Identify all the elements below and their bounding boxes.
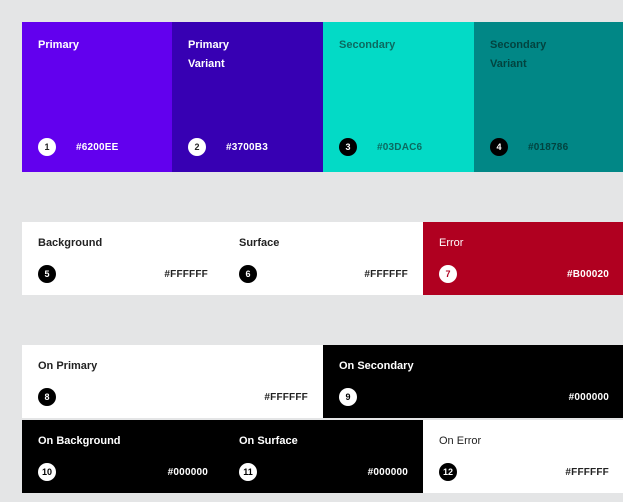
swatch-name: Secondary — [339, 39, 396, 51]
number-badge: 8 — [38, 388, 56, 406]
swatch-name: On Error — [439, 435, 482, 447]
primary-colors-row: Primary 1 #6200EE Primary Variant 2 #370… — [22, 22, 623, 172]
hex-value: #B00020 — [567, 269, 609, 280]
hex-value: #018786 — [528, 142, 569, 153]
swatch-primary: Primary 1 #6200EE — [22, 22, 172, 172]
number-badge: 7 — [439, 265, 457, 283]
hex-value: #6200EE — [76, 142, 119, 153]
swatch-secondary-variant: Secondary Variant 4 #018786 — [474, 22, 623, 172]
hex-value: #FFFFFF — [164, 269, 208, 280]
hex-value: #FFFFFF — [264, 392, 308, 403]
swatch-name: Surface — [239, 237, 280, 249]
swatch-on-surface: On Surface 11 #000000 — [223, 420, 423, 493]
swatch-name: On Surface — [239, 435, 298, 447]
number-badge: 12 — [439, 463, 457, 481]
number-badge: 6 — [239, 265, 257, 283]
hex-value: #FFFFFF — [364, 269, 408, 280]
swatch-error: Error 7 #B00020 — [423, 222, 623, 295]
swatch-surface: Surface 6 #FFFFFF — [223, 222, 423, 295]
swatch-name: On Secondary — [339, 360, 414, 372]
number-badge: 11 — [239, 463, 257, 481]
swatch-name: Primary — [38, 39, 79, 51]
swatch-name: Background — [38, 237, 103, 249]
swatch-secondary: Secondary 3 #03DAC6 — [323, 22, 474, 172]
swatch-name: On Primary — [38, 360, 98, 372]
swatch-on-error: On Error 12 #FFFFFF — [423, 420, 623, 493]
swatch-on-secondary: On Secondary 9 #000000 — [323, 345, 623, 418]
number-badge: 1 — [38, 138, 56, 156]
on-colors-row-1: On Primary 8 #FFFFFF On Secondary 9 #000… — [22, 345, 623, 418]
swatch-name: On Background — [38, 435, 121, 447]
hex-value: #000000 — [568, 392, 609, 403]
swatch-on-primary: On Primary 8 #FFFFFF — [22, 345, 323, 418]
hex-value: #03DAC6 — [377, 142, 423, 153]
swatch-name: Primary Variant — [188, 39, 229, 70]
number-badge: 10 — [38, 463, 56, 481]
number-badge: 2 — [188, 138, 206, 156]
on-colors-row-2: On Background 10 #000000 On Surface 11 #… — [22, 420, 623, 493]
swatch-name: Error — [439, 237, 464, 249]
number-badge: 3 — [339, 138, 357, 156]
hex-value: #000000 — [367, 467, 408, 478]
number-badge: 9 — [339, 388, 357, 406]
swatch-primary-variant: Primary Variant 2 #3700B3 — [172, 22, 323, 172]
swatch-name: Secondary Variant — [490, 39, 547, 70]
number-badge: 5 — [38, 265, 56, 283]
hex-value: #000000 — [167, 467, 208, 478]
number-badge: 4 — [490, 138, 508, 156]
surface-colors-row: Background 5 #FFFFFF Surface 6 #FFFFFF E… — [22, 222, 623, 295]
swatch-on-background: On Background 10 #000000 — [22, 420, 223, 493]
swatch-background: Background 5 #FFFFFF — [22, 222, 223, 295]
hex-value: #FFFFFF — [565, 467, 609, 478]
hex-value: #3700B3 — [226, 142, 268, 153]
